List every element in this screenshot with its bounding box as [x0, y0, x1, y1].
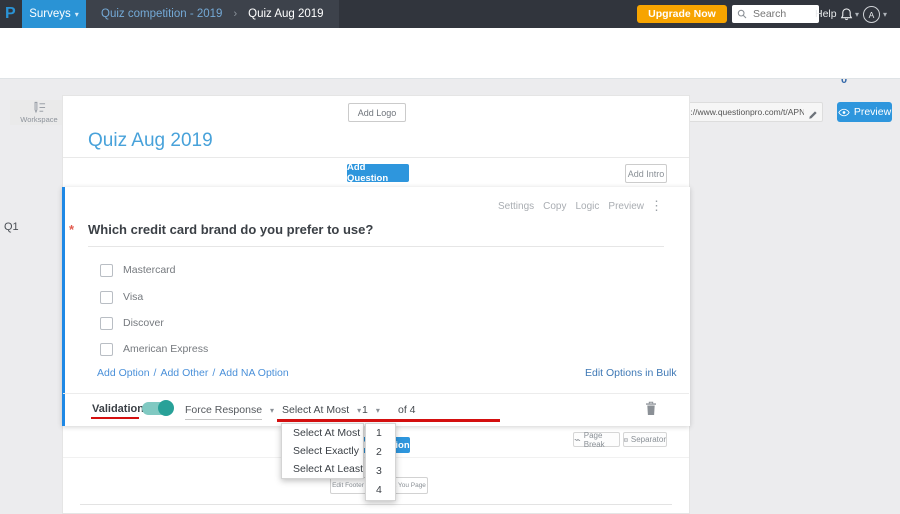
chevron-down-icon[interactable]: ▾	[883, 10, 887, 19]
checkbox[interactable]	[100, 263, 113, 277]
of-total-label: of 4	[398, 404, 416, 416]
option-add-links: Add Option / Add Other / Add NA Option	[97, 367, 289, 379]
checkbox[interactable]	[100, 290, 113, 304]
separator-icon	[624, 437, 628, 442]
option-row-mastercard[interactable]: Mastercard	[100, 263, 176, 277]
menu-item-select-at-least[interactable]: Select At Least	[282, 460, 363, 478]
slash-separator: /	[153, 367, 157, 379]
toolbar-label: Workspace	[20, 115, 58, 124]
top-bar: P Surveys ▾ Quiz competition - 2019 › Qu…	[0, 0, 900, 28]
option-label: American Express	[123, 343, 209, 355]
menu-item-count-3[interactable]: 3	[366, 462, 395, 481]
menu-item-select-exactly[interactable]: Select Exactly	[282, 442, 363, 460]
add-question-button-top[interactable]: Add Question	[347, 162, 409, 184]
divider	[63, 157, 689, 158]
search-icon	[737, 9, 747, 19]
eye-icon	[838, 108, 850, 116]
more-options-icon[interactable]: ⋮	[650, 198, 663, 214]
editor-toolbar: Workspace Design Media Library AA Langua…	[0, 49, 900, 125]
menu-item-select-at-most[interactable]: Select At Most	[282, 424, 363, 442]
chevron-down-icon: ▾	[357, 405, 362, 415]
divider	[63, 393, 689, 394]
question-settings-link[interactable]: Settings	[498, 201, 534, 212]
toggle-knob	[158, 400, 174, 416]
rule-label: Select At Most	[282, 404, 350, 416]
validation-count-menu: 1 2 3 4	[365, 423, 396, 501]
breadcrumb: Quiz competition - 2019 › Quiz Aug 2019	[86, 0, 339, 28]
edit-url-pencil-icon[interactable]	[808, 107, 818, 125]
question-logic-link[interactable]: Logic	[576, 201, 600, 212]
add-na-option-link[interactable]: Add NA Option	[219, 367, 288, 379]
validation-rule-dropdown[interactable]: Select At Most ▾	[282, 404, 361, 416]
required-asterisk: *	[69, 222, 75, 237]
divider	[88, 246, 664, 247]
toolbar-workspace[interactable]: Workspace	[10, 100, 68, 125]
preview-button[interactable]: Preview	[837, 102, 892, 122]
question-copy-link[interactable]: Copy	[543, 201, 566, 212]
validation-count-dropdown[interactable]: 1 ▾	[362, 404, 380, 416]
question-preview-link[interactable]: Preview	[608, 201, 644, 212]
chevron-down-icon: ▾	[270, 405, 275, 415]
notifications-bell-icon[interactable]	[840, 7, 853, 26]
global-search	[732, 5, 819, 23]
checkbox[interactable]	[100, 342, 113, 356]
dropdown-underline	[185, 419, 262, 420]
chevron-down-icon: ▾	[74, 9, 79, 19]
surveys-menu[interactable]: Surveys ▾	[22, 0, 86, 28]
questionpro-logo: P	[5, 5, 16, 22]
preview-label: Preview	[853, 106, 892, 118]
breadcrumb-folder[interactable]: Quiz competition - 2019	[101, 8, 222, 20]
breadcrumb-separator: ›	[233, 8, 238, 20]
help-link[interactable]: Help	[815, 8, 837, 20]
question-number: Q1	[4, 221, 19, 233]
add-logo-button[interactable]: Add Logo	[348, 103, 406, 122]
option-label: Visa	[123, 291, 144, 303]
workspace-icon	[34, 101, 45, 114]
option-row-american-express[interactable]: American Express	[100, 342, 208, 356]
upgrade-now-button[interactable]: Upgrade Now	[637, 5, 727, 23]
menu-item-count-1[interactable]: 1	[366, 424, 395, 443]
page-break-button[interactable]: Page Break	[573, 430, 620, 449]
search-input[interactable]	[751, 7, 813, 21]
question-text[interactable]: Which credit card brand do you prefer to…	[88, 222, 373, 237]
option-label: Discover	[123, 317, 164, 329]
force-response-dropdown[interactable]: Force Response ▾	[185, 404, 274, 416]
add-intro-button[interactable]: Add Intro	[625, 164, 667, 183]
checkbox[interactable]	[100, 316, 113, 330]
separator-button[interactable]: Separator	[623, 432, 667, 447]
option-row-discover[interactable]: Discover	[100, 316, 164, 330]
slash-separator: /	[212, 367, 216, 379]
questionpro-survey-editor: P Surveys ▾ Quiz competition - 2019 › Qu…	[0, 0, 900, 514]
option-row-visa[interactable]: Visa	[100, 290, 143, 304]
validation-rule-menu: Select At Most Select Exactly Select At …	[281, 423, 364, 479]
surveys-label: Surveys	[29, 8, 71, 20]
validation-toggle[interactable]	[142, 400, 174, 416]
edit-options-in-bulk-link[interactable]: Edit Options in Bulk	[585, 367, 677, 379]
page-break-label: Page Break	[583, 430, 605, 449]
add-option-link[interactable]: Add Option	[97, 367, 150, 379]
annotation-underline-rule	[277, 419, 500, 422]
delete-question-trash-icon[interactable]	[645, 401, 657, 421]
breadcrumb-survey: Quiz Aug 2019	[248, 8, 324, 20]
force-response-label: Force Response	[185, 404, 263, 416]
avatar[interactable]: A	[863, 6, 880, 23]
chevron-down-icon: ▾	[375, 405, 380, 415]
survey-url-input[interactable]	[670, 106, 806, 118]
chevron-down-icon[interactable]: ▾	[855, 10, 859, 19]
option-label: Mastercard	[123, 264, 176, 276]
add-other-link[interactable]: Add Other	[160, 367, 208, 379]
menu-item-count-4[interactable]: 4	[366, 481, 395, 500]
section-nav: Edit Distribute Analytics Integration To…	[0, 28, 900, 86]
count-label: 1	[362, 404, 368, 416]
validation-label: Validation	[92, 403, 144, 415]
survey-title[interactable]: Quiz Aug 2019	[88, 130, 213, 152]
page-break-icon	[574, 438, 581, 441]
divider	[80, 504, 672, 505]
annotation-underline-validation	[91, 417, 139, 419]
question-actions: Settings Copy Logic Preview	[498, 201, 644, 212]
separator-label: Separator	[630, 435, 666, 444]
menu-item-count-2[interactable]: 2	[366, 443, 395, 462]
